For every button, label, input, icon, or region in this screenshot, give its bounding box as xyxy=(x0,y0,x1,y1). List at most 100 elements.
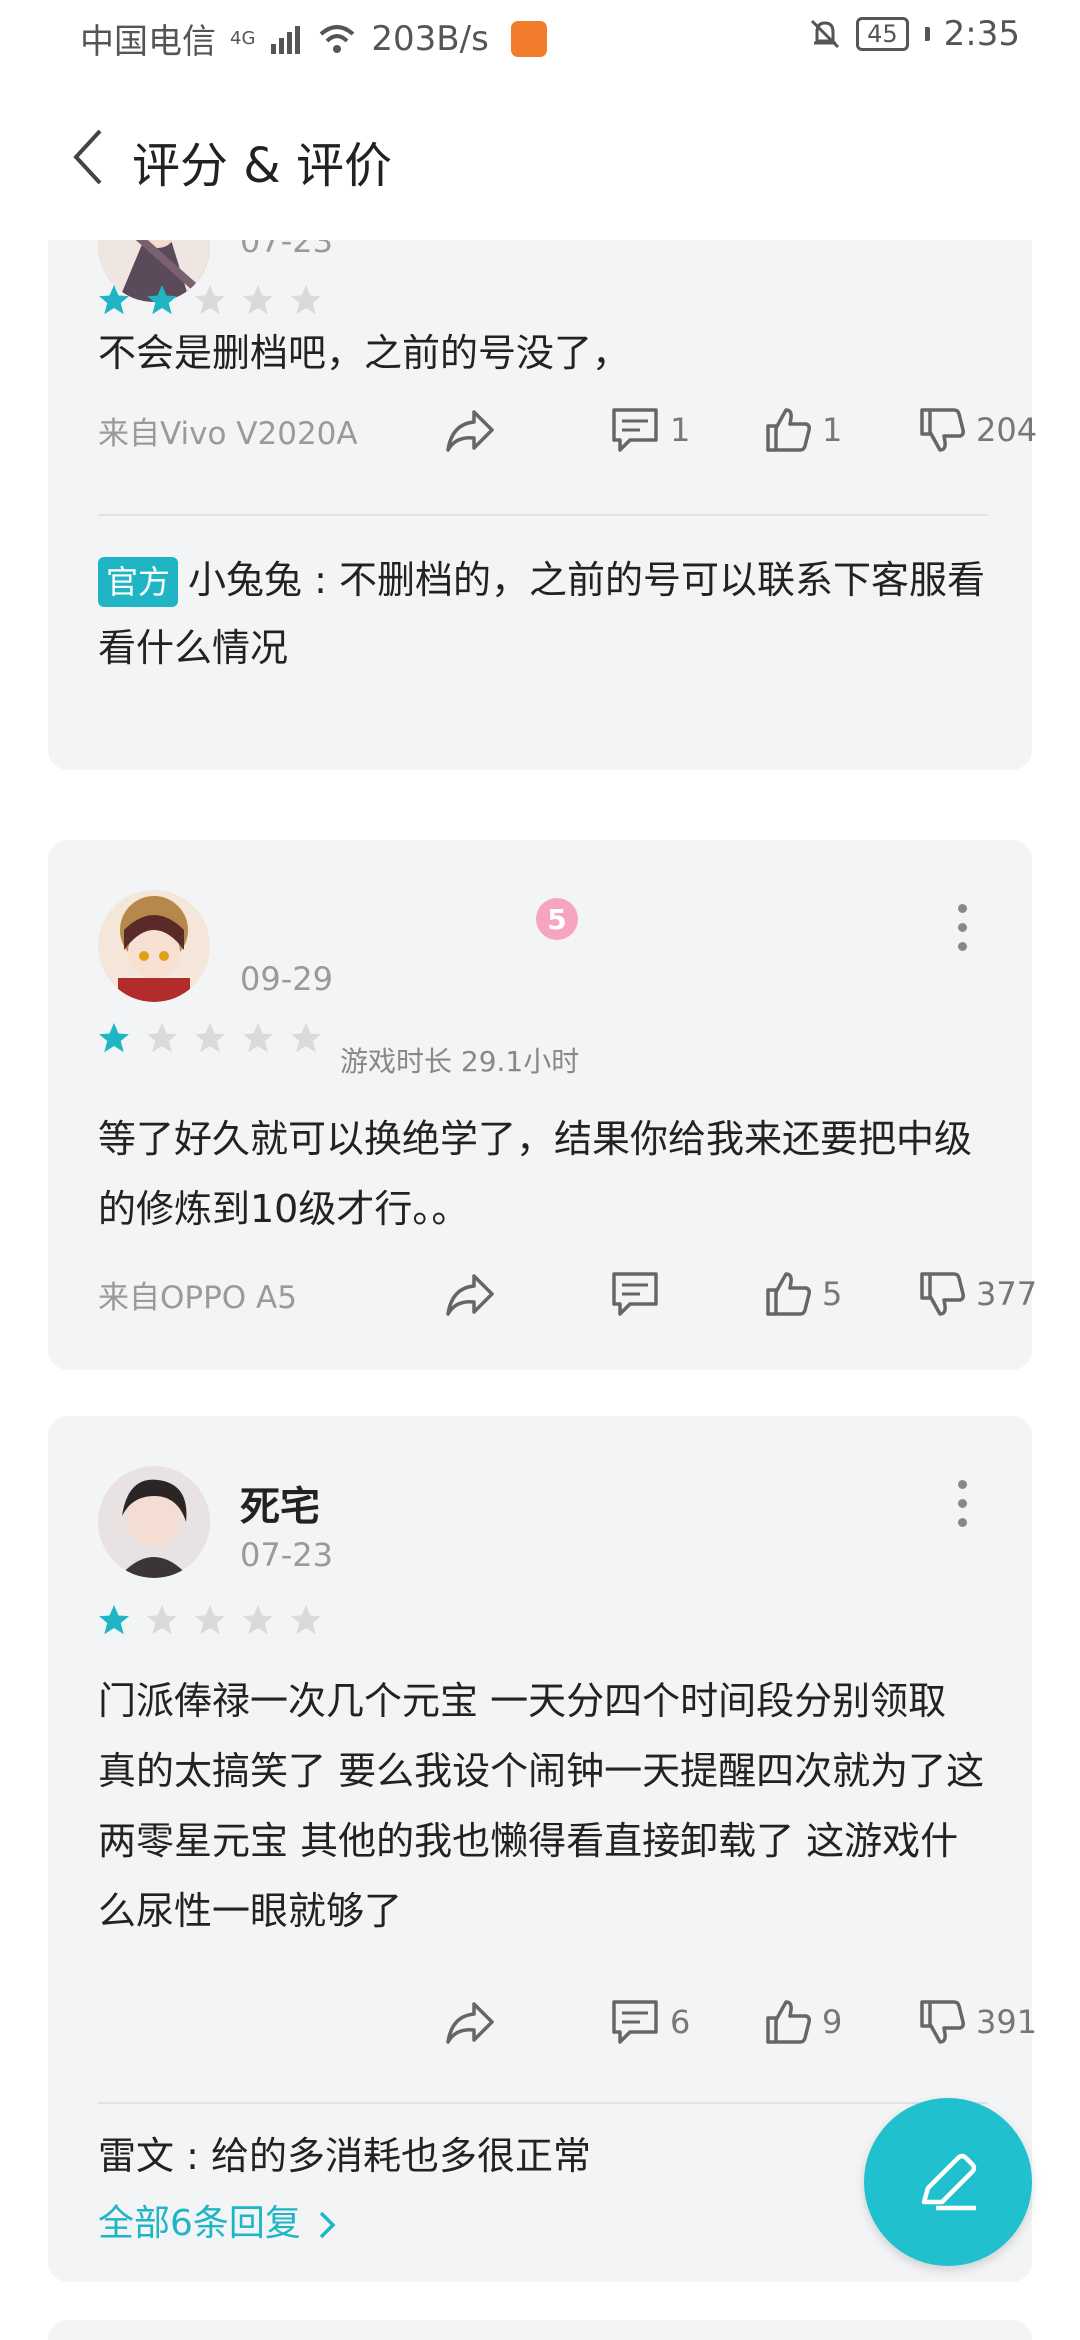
avatar-illustration xyxy=(98,890,210,1002)
reply-author: 小兔兔 xyxy=(188,558,303,602)
reviews-list[interactable]: 07-23 不会是删档吧，之前的号没了， 来自Vivo V2020A 1 1 2… xyxy=(0,240,1080,2340)
playtime-label: 游戏时长 29.1小时 xyxy=(340,1045,580,1078)
comment-icon xyxy=(612,408,658,452)
review-actions: 来自OPPO A5 5 377 xyxy=(98,1264,1037,1324)
share-button[interactable] xyxy=(444,1264,496,1324)
review-text: 等了好久就可以换绝学了，结果你给我来还要把中级的修炼到10级才行。。 xyxy=(98,1117,973,1231)
clock: 2:35 xyxy=(943,14,1020,54)
official-badge: 官方 xyxy=(98,557,179,607)
share-icon xyxy=(446,2002,494,2044)
mute-bell-icon xyxy=(811,19,840,49)
page-header: 评分 & 评价 xyxy=(0,72,1080,240)
dislike-button[interactable]: 377 xyxy=(918,1264,1037,1324)
review-actions: 6 9 391 xyxy=(98,1992,1037,2052)
star-filled-icon xyxy=(147,285,177,315)
comment-count: 1 xyxy=(670,411,691,449)
username[interactable]: 死宅 xyxy=(240,1474,320,1532)
thumbs-down-icon xyxy=(920,1272,965,1316)
page-title: 评分 & 评价 xyxy=(132,138,392,194)
all-replies-link[interactable]: 全部6条回复 xyxy=(98,2194,336,2246)
review-card xyxy=(48,2320,1032,2340)
reply-author: 雷文 xyxy=(98,2134,175,2178)
signal-icon xyxy=(271,25,301,54)
like-count: 1 xyxy=(822,411,843,449)
dislike-count: 377 xyxy=(976,1275,1038,1313)
review-text: 不会是删档吧，之前的号没了， xyxy=(98,331,631,375)
battery-tip xyxy=(924,27,930,41)
reply-text: 给的多消耗也多很正常 xyxy=(210,2134,591,2178)
like-button[interactable]: 5 xyxy=(764,1264,842,1324)
avatar[interactable] xyxy=(98,890,210,1002)
review-actions: 来自Vivo V2020A 1 1 204 xyxy=(98,400,1037,460)
back-button[interactable] xyxy=(58,122,118,192)
more-options-button[interactable] xyxy=(952,904,972,951)
all-replies-label: 全部6条回复 xyxy=(98,2203,301,2244)
thumbs-up-icon xyxy=(766,1272,811,1316)
review-text: 门派俸禄一次几个元宝 一天分四个时间段分别领取 真的太搞笑了 要么我设个闹钟一天… xyxy=(98,1679,985,1933)
write-review-button[interactable] xyxy=(864,2098,1032,2266)
share-button[interactable] xyxy=(444,1992,496,2052)
like-count: 5 xyxy=(822,1275,843,1313)
rating-stars xyxy=(96,282,324,318)
like-button[interactable]: 9 xyxy=(764,1992,842,2052)
more-icon xyxy=(957,904,967,913)
star-empty-icon xyxy=(291,1023,321,1053)
battery-icon: 45 xyxy=(856,17,909,51)
network-speed: 203B/s xyxy=(371,18,489,59)
app-notification-icon xyxy=(510,20,547,57)
comment-icon xyxy=(612,1272,658,1316)
status-bar: 中国电信 4G 203B/s 45 2:35 xyxy=(0,0,1080,72)
wifi-icon xyxy=(320,24,355,53)
status-right: 45 2:35 xyxy=(808,14,1020,54)
official-reply[interactable]: 官方 小兔兔 : 不删档的，之前的号可以联系下客服看看什么情况 xyxy=(98,546,988,682)
level-badge-icon: 5 xyxy=(536,898,578,940)
reply[interactable]: 雷文 : 给的多消耗也多很正常 xyxy=(98,2122,988,2190)
device-label: 来自Vivo V2020A xyxy=(98,416,358,452)
back-arrow-icon xyxy=(73,129,102,185)
carrier-label: 中国电信 xyxy=(80,22,216,62)
star-empty-icon xyxy=(243,1605,273,1635)
rating-stars xyxy=(96,1602,324,1638)
edit-pen-icon xyxy=(921,2153,977,2211)
star-empty-icon xyxy=(291,285,321,315)
comment-count: 6 xyxy=(670,2003,691,2041)
like-button[interactable]: 1 xyxy=(764,400,842,460)
dislike-count: 391 xyxy=(976,2003,1038,2041)
rating-stars xyxy=(96,1020,324,1056)
status-left: 中国电信 4G 203B/s xyxy=(80,14,547,63)
divider xyxy=(98,514,988,516)
star-empty-icon xyxy=(243,1023,273,1053)
star-filled-icon xyxy=(99,285,129,315)
like-count: 9 xyxy=(822,2003,843,2041)
thumbs-up-icon xyxy=(766,2000,811,2044)
share-icon xyxy=(446,410,494,452)
more-icon xyxy=(957,1480,967,1489)
star-empty-icon xyxy=(195,1023,225,1053)
comment-button[interactable] xyxy=(610,1264,660,1324)
star-empty-icon xyxy=(243,285,273,315)
dislike-count: 204 xyxy=(976,411,1038,449)
device-label: 来自OPPO A5 xyxy=(98,1280,297,1316)
review-card: 07-23 不会是删档吧，之前的号没了， 来自Vivo V2020A 1 1 2… xyxy=(48,240,1037,770)
dislike-button[interactable]: 204 xyxy=(918,400,1037,460)
share-icon xyxy=(446,1274,494,1316)
avatar-illustration xyxy=(98,1466,210,1578)
star-empty-icon xyxy=(195,285,225,315)
comment-button[interactable]: 6 xyxy=(610,1992,690,2052)
divider xyxy=(98,2102,988,2104)
star-filled-icon xyxy=(99,1605,129,1635)
comment-button[interactable]: 1 xyxy=(610,400,690,460)
star-filled-icon xyxy=(99,1023,129,1053)
share-button[interactable] xyxy=(444,400,496,460)
net-type: 4G xyxy=(230,28,256,49)
more-options-button[interactable] xyxy=(952,1480,972,1527)
thumbs-down-icon xyxy=(920,2000,965,2044)
comment-icon xyxy=(612,2000,658,2044)
star-empty-icon xyxy=(147,1605,177,1635)
thumbs-down-icon xyxy=(920,408,965,452)
dislike-button[interactable]: 391 xyxy=(918,1992,1037,2052)
thumbs-up-icon xyxy=(766,408,811,452)
review-date: 09-29 xyxy=(240,960,333,998)
avatar[interactable] xyxy=(98,1466,210,1578)
review-date: 07-23 xyxy=(240,1536,333,1574)
